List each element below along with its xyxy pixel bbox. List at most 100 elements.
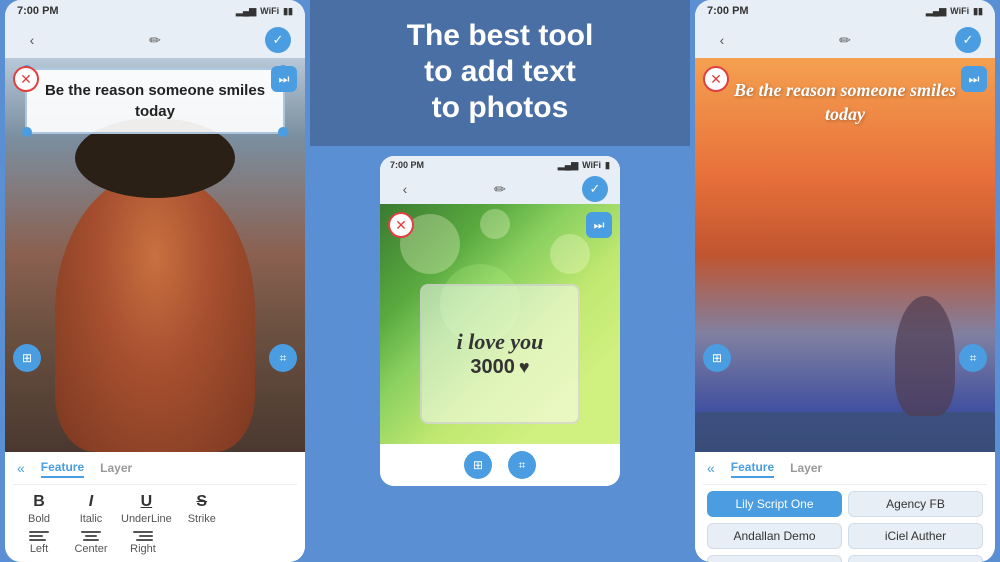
strike-icon: S bbox=[196, 493, 207, 511]
right-chevron[interactable]: « bbox=[707, 460, 715, 476]
left-top-toolbar: ‹ ✏ ✓ bbox=[5, 22, 305, 58]
center-wifi-icon: WiFi bbox=[582, 160, 601, 170]
underline-label: UnderLine bbox=[121, 513, 172, 525]
left-status-bar: 7:00 PM ▂▄▆ WiFi ▮▮ bbox=[5, 0, 305, 22]
left-next-button[interactable]: ⏭ bbox=[271, 66, 297, 92]
center-next-button[interactable]: ⏭ bbox=[586, 212, 612, 238]
hero-block: The best tool to add text to photos bbox=[310, 0, 690, 146]
wifi-icon: WiFi bbox=[260, 6, 279, 16]
left-close-button[interactable]: ✕ bbox=[13, 66, 39, 92]
right-font-grid: Lily Script One Agency FB Andallan Demo … bbox=[703, 485, 987, 562]
center-close-button[interactable]: ✕ bbox=[388, 212, 414, 238]
left-format-row: B Bold I Italic U UnderLine S Strike bbox=[13, 485, 297, 529]
align-right-label: Right bbox=[130, 543, 156, 555]
italic-label: Italic bbox=[80, 513, 103, 525]
love-art-overlay[interactable]: i love you 3000 ♥ bbox=[420, 284, 580, 424]
right-time: 7:00 PM bbox=[707, 5, 749, 17]
font-agency-fb[interactable]: Agency FB bbox=[848, 491, 983, 517]
align-center-icon bbox=[81, 531, 101, 541]
right-edit-button[interactable]: ✏ bbox=[832, 27, 858, 53]
right-battery-icon: ▮▮ bbox=[973, 6, 983, 17]
right-top-toolbar: ‹ ✏ ✓ bbox=[695, 22, 995, 58]
center-panel: The best tool to add text to photos 7:00… bbox=[310, 0, 690, 562]
align-center-button[interactable]: Center bbox=[69, 531, 113, 555]
align-right-icon bbox=[133, 531, 153, 541]
left-back-button[interactable]: ‹ bbox=[19, 27, 45, 53]
bokeh-4 bbox=[480, 209, 510, 239]
center-confirm-button[interactable]: ✓ bbox=[582, 176, 608, 202]
right-status-icons: ▂▄▆ WiFi ▮▮ bbox=[926, 6, 983, 17]
left-edit-button[interactable]: ✏ bbox=[142, 27, 168, 53]
right-text-overlay[interactable]: Be the reason someone smiles today bbox=[711, 68, 979, 137]
align-right-button[interactable]: Right bbox=[121, 531, 165, 555]
drag-handle-bottom-left[interactable] bbox=[22, 127, 32, 137]
left-quote-text: Be the reason someone smiles today bbox=[41, 80, 269, 122]
left-photo-area: ✕ ⏭ Be the reason someone smiles today ⊞… bbox=[5, 58, 305, 452]
center-status-icons: ▂▄▆ WiFi ▮ bbox=[558, 160, 610, 171]
left-status-icons: ▂▄▆ WiFi ▮▮ bbox=[236, 6, 293, 17]
right-layer-tab[interactable]: Layer bbox=[790, 459, 822, 477]
center-phone: 7:00 PM ▂▄▆ WiFi ▮ ‹ ✏ ✓ ✕ ⏭ bbox=[380, 156, 620, 486]
center-top-bar: ‹ ✏ ✓ bbox=[380, 174, 620, 204]
font-iciel[interactable]: iCiel Auther bbox=[848, 523, 983, 549]
right-layers-button[interactable]: ⊞ bbox=[703, 344, 731, 372]
left-bottom-toolbar: « Feature Layer B Bold I Italic U UnderL… bbox=[5, 452, 305, 562]
center-edit-button[interactable]: ✏ bbox=[487, 176, 513, 202]
center-status-bar: 7:00 PM ▂▄▆ WiFi ▮ bbox=[380, 156, 620, 174]
center-signal-icon: ▂▄▆ bbox=[558, 160, 578, 171]
align-left-button[interactable]: Left bbox=[17, 531, 61, 555]
left-crop-button[interactable]: ⌗ bbox=[269, 344, 297, 372]
left-align-row: Left Center Right bbox=[13, 529, 297, 557]
love-sub: 3000 ♥ bbox=[470, 356, 529, 379]
drag-handle-bottom-right[interactable] bbox=[278, 127, 288, 137]
left-feature-tab[interactable]: Feature bbox=[41, 458, 84, 478]
center-back-button[interactable]: ‹ bbox=[392, 176, 418, 202]
pier-bg bbox=[695, 412, 995, 452]
right-wifi-icon: WiFi bbox=[950, 6, 969, 16]
left-tabs: « Feature Layer bbox=[13, 458, 297, 485]
align-left-icon bbox=[29, 531, 49, 541]
right-status-bar: 7:00 PM ▂▄▆ WiFi ▮▮ bbox=[695, 0, 995, 22]
underline-button[interactable]: U UnderLine bbox=[121, 493, 172, 525]
italic-button[interactable]: I Italic bbox=[69, 493, 113, 525]
left-text-overlay[interactable]: Be the reason someone smiles today bbox=[25, 68, 285, 134]
align-center-label: Center bbox=[74, 543, 107, 555]
dancer-silhouette bbox=[895, 296, 955, 416]
center-photo-area: ✕ ⏭ i love you 3000 ♥ bbox=[380, 204, 620, 444]
font-lily-script[interactable]: Lily Script One bbox=[707, 491, 842, 517]
right-phone: 7:00 PM ▂▄▆ WiFi ▮▮ ‹ ✏ ✓ ✕ ⏭ Be the rea… bbox=[695, 0, 995, 562]
right-bottom-toolbar: « Feature Layer Lily Script One Agency F… bbox=[695, 452, 995, 562]
bold-icon: B bbox=[33, 493, 45, 511]
italic-icon: I bbox=[89, 493, 93, 511]
right-next-button[interactable]: ⏭ bbox=[961, 66, 987, 92]
center-time: 7:00 PM bbox=[390, 160, 424, 170]
center-layers-button[interactable]: ⊞ bbox=[464, 451, 492, 479]
heart-icon: ♥ bbox=[519, 357, 530, 378]
right-crop-button[interactable]: ⌗ bbox=[959, 344, 987, 372]
strike-button[interactable]: S Strike bbox=[180, 493, 224, 525]
right-confirm-button[interactable]: ✓ bbox=[955, 27, 981, 53]
signal-icon: ▂▄▆ bbox=[236, 6, 256, 17]
left-chevron[interactable]: « bbox=[17, 460, 25, 476]
left-time: 7:00 PM bbox=[17, 5, 59, 17]
underline-icon: U bbox=[141, 493, 153, 511]
hero-text: The best tool to add text to photos bbox=[330, 18, 670, 126]
font-birthday[interactable]: Birthday Boy bbox=[848, 555, 983, 562]
bold-label: Bold bbox=[28, 513, 50, 525]
right-quote-text: Be the reason someone smiles today bbox=[725, 78, 965, 127]
right-close-button[interactable]: ✕ bbox=[703, 66, 729, 92]
love-text: i love you bbox=[457, 329, 544, 355]
left-layers-button[interactable]: ⊞ bbox=[13, 344, 41, 372]
right-feature-tab[interactable]: Feature bbox=[731, 458, 774, 478]
font-andallan[interactable]: Andallan Demo bbox=[707, 523, 842, 549]
battery-icon: ▮▮ bbox=[283, 6, 293, 17]
right-tabs: « Feature Layer bbox=[703, 458, 987, 485]
center-crop-button[interactable]: ⌗ bbox=[508, 451, 536, 479]
font-bamboo[interactable]: Bamboo bbox=[707, 555, 842, 562]
right-photo-area: ✕ ⏭ Be the reason someone smiles today ⊞… bbox=[695, 58, 995, 452]
right-back-button[interactable]: ‹ bbox=[709, 27, 735, 53]
bold-button[interactable]: B Bold bbox=[17, 493, 61, 525]
left-confirm-button[interactable]: ✓ bbox=[265, 27, 291, 53]
left-phone: 7:00 PM ▂▄▆ WiFi ▮▮ ‹ ✏ ✓ ✕ ⏭ Be the rea… bbox=[5, 0, 305, 562]
left-layer-tab[interactable]: Layer bbox=[100, 459, 132, 477]
